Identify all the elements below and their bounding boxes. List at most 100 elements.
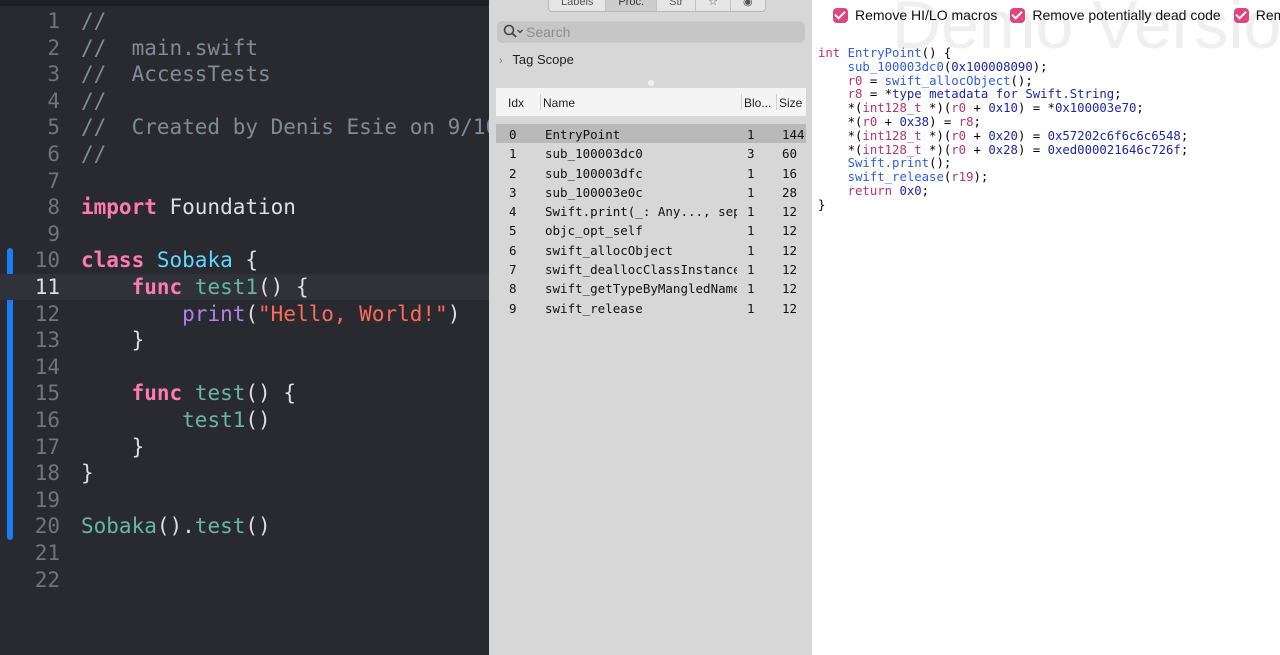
pseudo-code-line: } bbox=[818, 197, 826, 212]
procedure-row[interactable]: 7 swift_deallocClassInstance 1 12 bbox=[496, 259, 806, 278]
procedure-cell-idx: 5 bbox=[509, 223, 517, 239]
code-line[interactable]: 10 class Sobaka { bbox=[0, 247, 489, 273]
line-code: import Foundation bbox=[81, 195, 296, 220]
code-line[interactable]: 14 bbox=[0, 354, 489, 380]
procedure-cell-size: 12 bbox=[782, 300, 798, 316]
pseudo-code-view[interactable]: int EntryPoint() { sub_100003dc0(0x10000… bbox=[818, 46, 1189, 213]
procedure-cell-size: 12 bbox=[782, 204, 798, 220]
chevron-right-icon[interactable]: › bbox=[499, 55, 509, 67]
procedure-row[interactable]: 1 sub_100003dc0 3 60 bbox=[496, 143, 806, 162]
procedures-table: Idx Name Blo... Size 0 EntryPoint 1 144 1 sub… bbox=[496, 88, 806, 317]
procedures-panel: Labels Proc. Str ☆ ◉ Search › Tag Scope … bbox=[489, 0, 812, 655]
search-placeholder: Search bbox=[526, 24, 571, 40]
line-number: 15 bbox=[34, 381, 60, 406]
line-number: 17 bbox=[34, 434, 60, 459]
column-separator bbox=[776, 94, 777, 110]
checkbox-checked[interactable] bbox=[1233, 7, 1249, 23]
code-line[interactable]: 16 test1() bbox=[0, 407, 489, 433]
option-remove-hilo[interactable]: Remove HI/LO macros bbox=[833, 7, 997, 23]
code-line[interactable]: 15 func test() { bbox=[0, 380, 489, 406]
column-header-name[interactable]: Name bbox=[543, 96, 575, 110]
procedure-cell-idx: 2 bbox=[509, 165, 517, 181]
pseudo-code-line: r0 = swift_allocObject(); bbox=[847, 73, 1033, 88]
tab-bookmarks[interactable]: ☆ bbox=[696, 0, 732, 11]
code-line[interactable]: 7 bbox=[0, 168, 489, 194]
procedure-cell-blocks: 1 bbox=[747, 204, 755, 220]
option-remove-dead-code[interactable]: Remove potentially dead code bbox=[1010, 7, 1221, 23]
pseudo-code-line: *(r0 + 0x38) = r8; bbox=[818, 114, 981, 129]
procedure-row[interactable]: 4 Swift.print(_: Any..., sepa... 1 12 bbox=[496, 201, 806, 220]
column-header-blocks[interactable]: Blo... bbox=[744, 96, 771, 110]
code-line[interactable]: 11 func test1() { bbox=[0, 274, 489, 300]
column-header-size[interactable]: Size bbox=[779, 96, 802, 110]
line-code: test1() bbox=[182, 408, 271, 432]
tab-strings[interactable]: Str bbox=[657, 0, 697, 11]
option-label: Remove HI/LO macros bbox=[855, 7, 998, 23]
code-line[interactable]: 6 // bbox=[0, 141, 489, 167]
procedure-row[interactable]: 2 sub_100003dfc 1 16 bbox=[496, 163, 806, 182]
checkbox-checked[interactable] bbox=[833, 7, 848, 23]
checkbox-checked[interactable] bbox=[1010, 7, 1026, 23]
procedure-cell-blocks: 1 bbox=[747, 281, 755, 297]
procedure-row[interactable]: 3 sub_100003e0c 1 28 bbox=[496, 182, 806, 201]
code-line[interactable]: 4 // bbox=[0, 88, 489, 114]
procedure-cell-name: sub_100003dc0 bbox=[545, 146, 643, 162]
code-line[interactable]: 22 bbox=[0, 567, 489, 593]
code-line[interactable]: 17 } bbox=[0, 434, 489, 460]
line-code: } bbox=[81, 328, 145, 353]
tab-labels[interactable]: Labels bbox=[549, 0, 607, 11]
procedure-row[interactable]: 9 swift_release 1 12 bbox=[496, 298, 806, 317]
tag-scope-label: Tag Scope bbox=[512, 52, 574, 67]
line-code: // bbox=[81, 142, 107, 166]
code-line[interactable]: 3 // AccessTests bbox=[0, 61, 489, 87]
procedure-row[interactable]: 6 swift_allocObject 1 12 bbox=[496, 240, 806, 259]
procedure-cell-blocks: 3 bbox=[747, 146, 755, 162]
line-number: 3 bbox=[47, 62, 60, 87]
tag-scope-disclosure[interactable]: › Tag Scope bbox=[499, 52, 574, 67]
code-line[interactable]: 19 bbox=[0, 487, 489, 513]
procedure-cell-blocks: 1 bbox=[747, 223, 755, 239]
procedure-row[interactable]: 8 swift_getTypeByMangledNameI... 1 12 bbox=[496, 278, 806, 297]
procedure-cell-name: sub_100003dfc bbox=[545, 165, 643, 181]
code-editor[interactable]: 1 // 2 // main.swift 3 // AccessTests 4 // 5 // C… bbox=[0, 0, 489, 655]
code-line[interactable]: 1 // bbox=[0, 8, 489, 34]
search-field[interactable]: Search bbox=[497, 21, 805, 43]
code-line[interactable]: 9 bbox=[0, 221, 489, 247]
line-number: 11 bbox=[34, 275, 60, 299]
procedure-row[interactable]: 5 objc_opt_self 1 12 bbox=[496, 220, 806, 239]
pseudo-code-panel: Demo Version Remove HI/LO macros Remove … bbox=[812, 0, 1280, 655]
option-remove-truncated[interactable]: Remov bbox=[1233, 7, 1280, 23]
code-line[interactable]: 8 import Foundation bbox=[0, 194, 489, 220]
procedure-row[interactable]: 0 EntryPoint 1 144 bbox=[496, 124, 806, 144]
procedure-cell-blocks: 1 bbox=[747, 184, 755, 200]
code-line[interactable]: 12 print("Hello, World!") bbox=[0, 301, 489, 327]
tab-tags[interactable]: ◉ bbox=[731, 0, 765, 11]
procedure-cell-size: 28 bbox=[782, 184, 798, 200]
code-line[interactable]: 13 } bbox=[0, 327, 489, 353]
procedure-cell-name: objc_opt_self bbox=[545, 223, 643, 239]
pseudo-options: Remove HI/LO macros Remove potentially d… bbox=[833, 7, 1280, 23]
procedure-cell-idx: 7 bbox=[509, 262, 517, 278]
procedure-cell-size: 12 bbox=[782, 262, 798, 278]
line-number: 21 bbox=[34, 541, 60, 565]
line-number: 6 bbox=[47, 142, 60, 166]
search-icon[interactable] bbox=[502, 23, 524, 41]
line-code: class Sobaka { bbox=[81, 248, 259, 273]
column-header-idx[interactable]: Idx bbox=[508, 96, 524, 110]
pseudo-code-line: sub_100003dc0(0x100008090); bbox=[847, 59, 1048, 74]
line-code: func test1() { bbox=[131, 275, 309, 299]
procedure-cell-idx: 6 bbox=[509, 242, 517, 258]
line-number: 20 bbox=[34, 514, 60, 539]
procedure-cell-size: 16 bbox=[782, 165, 798, 181]
pseudo-code-line: *(int128_t *)(r0 + 0x28) = 0xed000021646… bbox=[818, 142, 1189, 157]
code-line[interactable]: 18} bbox=[0, 460, 489, 486]
code-line[interactable]: 20 Sobaka().test() bbox=[0, 513, 489, 539]
code-line[interactable]: 21 bbox=[0, 540, 489, 566]
split-handle[interactable] bbox=[648, 80, 654, 86]
table-body: 0 EntryPoint 1 144 1 sub_100003dc0 3 6 0 2 sub_100… bbox=[496, 117, 806, 317]
procedure-cell-idx: 0 bbox=[509, 127, 517, 142]
option-label: Remov bbox=[1255, 7, 1280, 23]
code-line[interactable]: 2 // main.swift bbox=[0, 35, 489, 61]
code-line[interactable]: 5 // Created by Denis Esie on 9/10 bbox=[0, 114, 489, 140]
tab-procedures[interactable]: Proc. bbox=[606, 0, 658, 11]
